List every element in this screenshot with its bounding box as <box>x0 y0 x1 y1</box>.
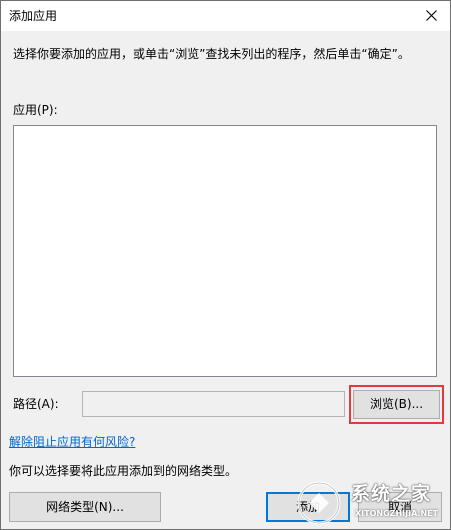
add-button[interactable]: 添加 <box>266 492 350 522</box>
apps-list[interactable] <box>13 125 437 377</box>
title-bar: 添加应用 <box>1 1 450 31</box>
unblock-risk-link[interactable]: 解除阻止应用有何风险? <box>9 434 135 450</box>
close-button[interactable] <box>414 1 450 31</box>
dialog-title: 添加应用 <box>9 9 58 23</box>
browse-button[interactable]: 浏览(B)... <box>353 390 440 419</box>
add-app-dialog: 添加应用 选择你要添加的应用，或单击“浏览”查找未列出的程序，然后单击“确定”。… <box>0 0 451 530</box>
path-label: 路径(A): <box>13 397 59 411</box>
network-types-button[interactable]: 网络类型(N)... <box>9 492 161 522</box>
path-input[interactable] <box>82 391 345 417</box>
network-type-text: 你可以选择要将此应用添加到的网络类型。 <box>9 464 238 478</box>
cancel-button[interactable]: 取消 <box>358 492 442 522</box>
close-icon <box>426 10 437 21</box>
instruction-text: 选择你要添加的应用，或单击“浏览”查找未列出的程序，然后单击“确定”。 <box>13 47 410 61</box>
apps-label: 应用(P): <box>13 103 58 117</box>
